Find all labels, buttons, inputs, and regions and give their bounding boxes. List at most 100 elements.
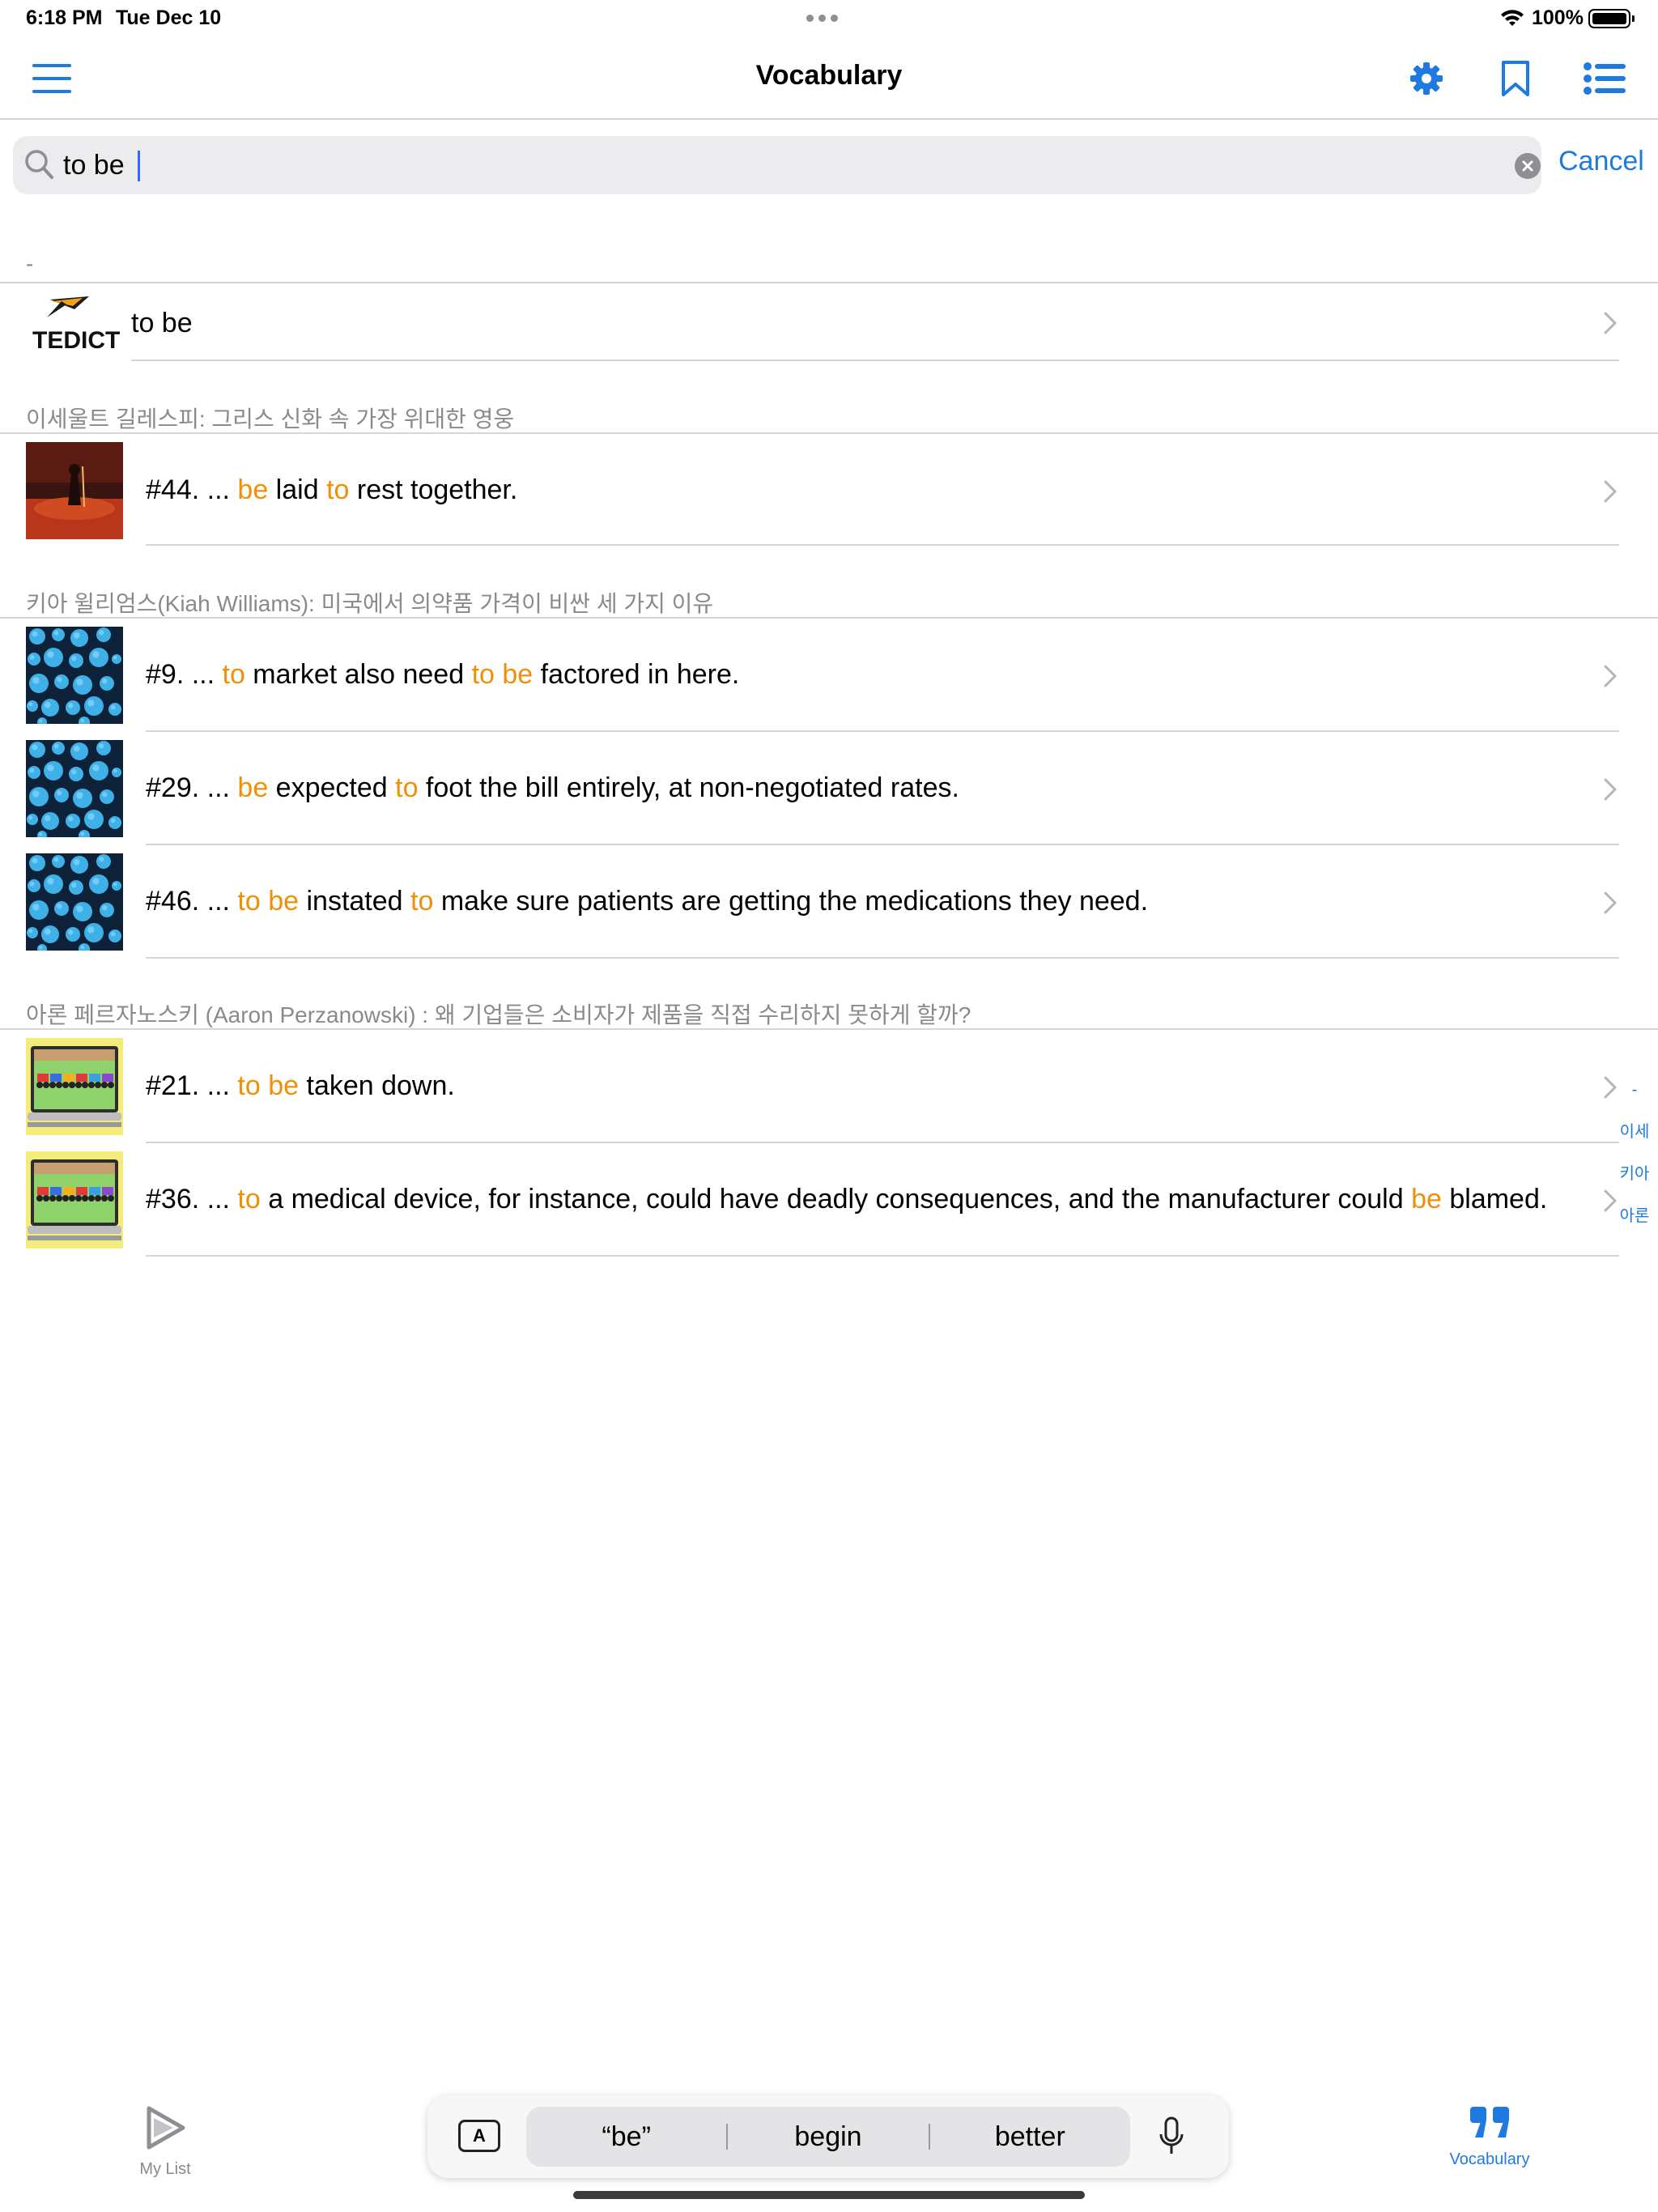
tab-label: My List <box>139 2160 191 2178</box>
divider <box>131 359 1619 361</box>
highlighted-term: be <box>1411 1184 1442 1214</box>
play-icon <box>147 2106 185 2150</box>
tedict-logo-text: TEDICT <box>32 327 120 354</box>
sentence-text: factored in here. <box>533 659 740 690</box>
chevron-right-icon <box>1604 665 1617 687</box>
chevron-right-icon <box>1604 891 1617 914</box>
row-text: #46. ... to be instated to make sure pat… <box>146 886 1148 917</box>
list-item[interactable]: #44. ... be laid to rest together. <box>0 434 1658 547</box>
suggestion-begin[interactable]: begin <box>728 2121 928 2153</box>
row-text: #21. ... to be taken down. <box>146 1070 455 1102</box>
status-time: 6:18 PM <box>26 6 103 29</box>
sentence-text: taken down. <box>299 1070 455 1101</box>
row-text: #36. ... to a medical device, for instan… <box>146 1184 1547 1215</box>
suggestion-strip: “be” begin better <box>526 2107 1130 2167</box>
sentence-text <box>495 659 502 690</box>
clear-search-icon[interactable] <box>1515 153 1541 179</box>
tab-vocabulary[interactable]: Vocabulary <box>1409 2105 1571 2169</box>
home-indicator[interactable] <box>573 2191 1085 2199</box>
row-prefix: #46. ... <box>146 886 238 917</box>
sentence-text: rest together. <box>349 474 518 505</box>
list-item[interactable]: #36. ... to a medical device, for instan… <box>0 1143 1658 1257</box>
microphone-icon[interactable] <box>1158 2116 1185 2157</box>
status-bar: 6:18 PM Tue Dec 10 100% <box>0 0 1658 39</box>
row-prefix: #44. ... <box>146 474 238 505</box>
highlighted-term: be <box>268 886 300 917</box>
divider <box>146 1255 1619 1257</box>
highlighted-term: be <box>237 772 269 803</box>
sentence-text: blamed. <box>1441 1184 1548 1214</box>
chevron-right-icon <box>1604 312 1617 334</box>
row-prefix: #29. ... <box>146 772 238 803</box>
section-index[interactable]: - 이세 키아 아론 <box>1611 1069 1658 1237</box>
keyboard-text-icon[interactable]: A <box>458 2120 500 2152</box>
row-text: #9. ... to market also need to be factor… <box>146 659 739 691</box>
list-item[interactable]: #29. ... be expected to foot the bill en… <box>0 732 1658 845</box>
sentence-text: expected <box>268 772 396 803</box>
text-cursor <box>138 151 140 181</box>
search-bar[interactable] <box>13 136 1541 194</box>
bubbles-thumbnail <box>26 740 123 837</box>
tedict-logo-icon: TEDICT <box>26 293 123 355</box>
laptop-thumbnail <box>26 1151 123 1249</box>
battery-icon <box>1588 9 1635 28</box>
highlighted-term: to <box>222 659 245 690</box>
sentence-text <box>261 886 268 917</box>
row-prefix: #21. ... <box>146 1070 238 1101</box>
tab-label: Vocabulary <box>1449 2150 1530 2168</box>
highlighted-term: to <box>237 886 261 917</box>
chevron-right-icon <box>1604 480 1617 503</box>
tab-my-list[interactable]: My List <box>84 2105 246 2179</box>
status-date: Tue Dec 10 <box>116 6 222 29</box>
hero-thumbnail <box>26 442 123 539</box>
sentence-text: foot the bill entirely, at non-negotiate… <box>418 772 959 803</box>
multitasking-dots-icon[interactable] <box>806 11 847 22</box>
highlighted-term: to <box>237 1184 261 1214</box>
section-header: - <box>26 251 34 276</box>
wifi-icon <box>1501 10 1524 26</box>
keyboard-suggestion-bar: A “be” begin better <box>427 2095 1229 2178</box>
highlighted-term: to <box>395 772 419 803</box>
section-header: 아론 페르자노스키 (Aaron Perzanowski) : 왜 기업들은 소… <box>26 1002 971 1027</box>
bookmark-icon[interactable] <box>1493 58 1538 99</box>
search-input[interactable] <box>63 144 1488 186</box>
section-index-item[interactable]: 이세 <box>1611 1111 1658 1153</box>
sentence-text: laid <box>268 474 327 505</box>
sentence-text: instated <box>299 886 411 917</box>
chevron-right-icon <box>1604 778 1617 801</box>
cancel-button[interactable]: Cancel <box>1558 146 1644 177</box>
row-prefix: #9. ... <box>146 659 223 690</box>
gear-icon[interactable] <box>1404 58 1449 99</box>
bubbles-thumbnail <box>26 627 123 724</box>
highlighted-term: to <box>326 474 350 505</box>
suggestion-be[interactable]: “be” <box>526 2121 726 2153</box>
list-item[interactable]: TEDICT to be <box>0 283 1658 361</box>
sentence-text <box>261 1070 268 1101</box>
suggestion-better[interactable]: better <box>930 2121 1130 2153</box>
row-prefix: #36. ... <box>146 1184 238 1214</box>
divider <box>146 957 1619 959</box>
sentence-text: market also need <box>244 659 472 690</box>
section-index-item[interactable]: - <box>1611 1069 1658 1111</box>
list-icon[interactable] <box>1582 58 1627 99</box>
list-item[interactable]: #46. ... to be instated to make sure pat… <box>0 845 1658 959</box>
highlighted-term: to <box>237 1070 261 1101</box>
section-index-item[interactable]: 아론 <box>1611 1195 1658 1237</box>
sentence-text: make sure patients are getting the medic… <box>433 886 1149 917</box>
bubbles-thumbnail <box>26 853 123 951</box>
row-text: to be <box>131 308 193 338</box>
row-text: #29. ... be expected to foot the bill en… <box>146 772 959 804</box>
highlighted-term: to <box>471 659 495 690</box>
list-item[interactable]: #9. ... to market also need to be factor… <box>0 619 1658 732</box>
highlighted-term: to <box>410 886 434 917</box>
highlighted-term: be <box>237 474 269 505</box>
laptop-thumbnail <box>26 1038 123 1135</box>
highlighted-term: be <box>502 659 534 690</box>
search-icon <box>25 150 53 179</box>
section-index-item[interactable]: 키아 <box>1611 1153 1658 1195</box>
list-item[interactable]: #21. ... to be taken down. <box>0 1030 1658 1143</box>
highlighted-term: be <box>268 1070 300 1101</box>
divider <box>146 544 1619 546</box>
section-header: 이세울트 길레스피: 그리스 신화 속 가장 위대한 영웅 <box>26 406 515 432</box>
battery-percent: 100% <box>1532 6 1584 29</box>
